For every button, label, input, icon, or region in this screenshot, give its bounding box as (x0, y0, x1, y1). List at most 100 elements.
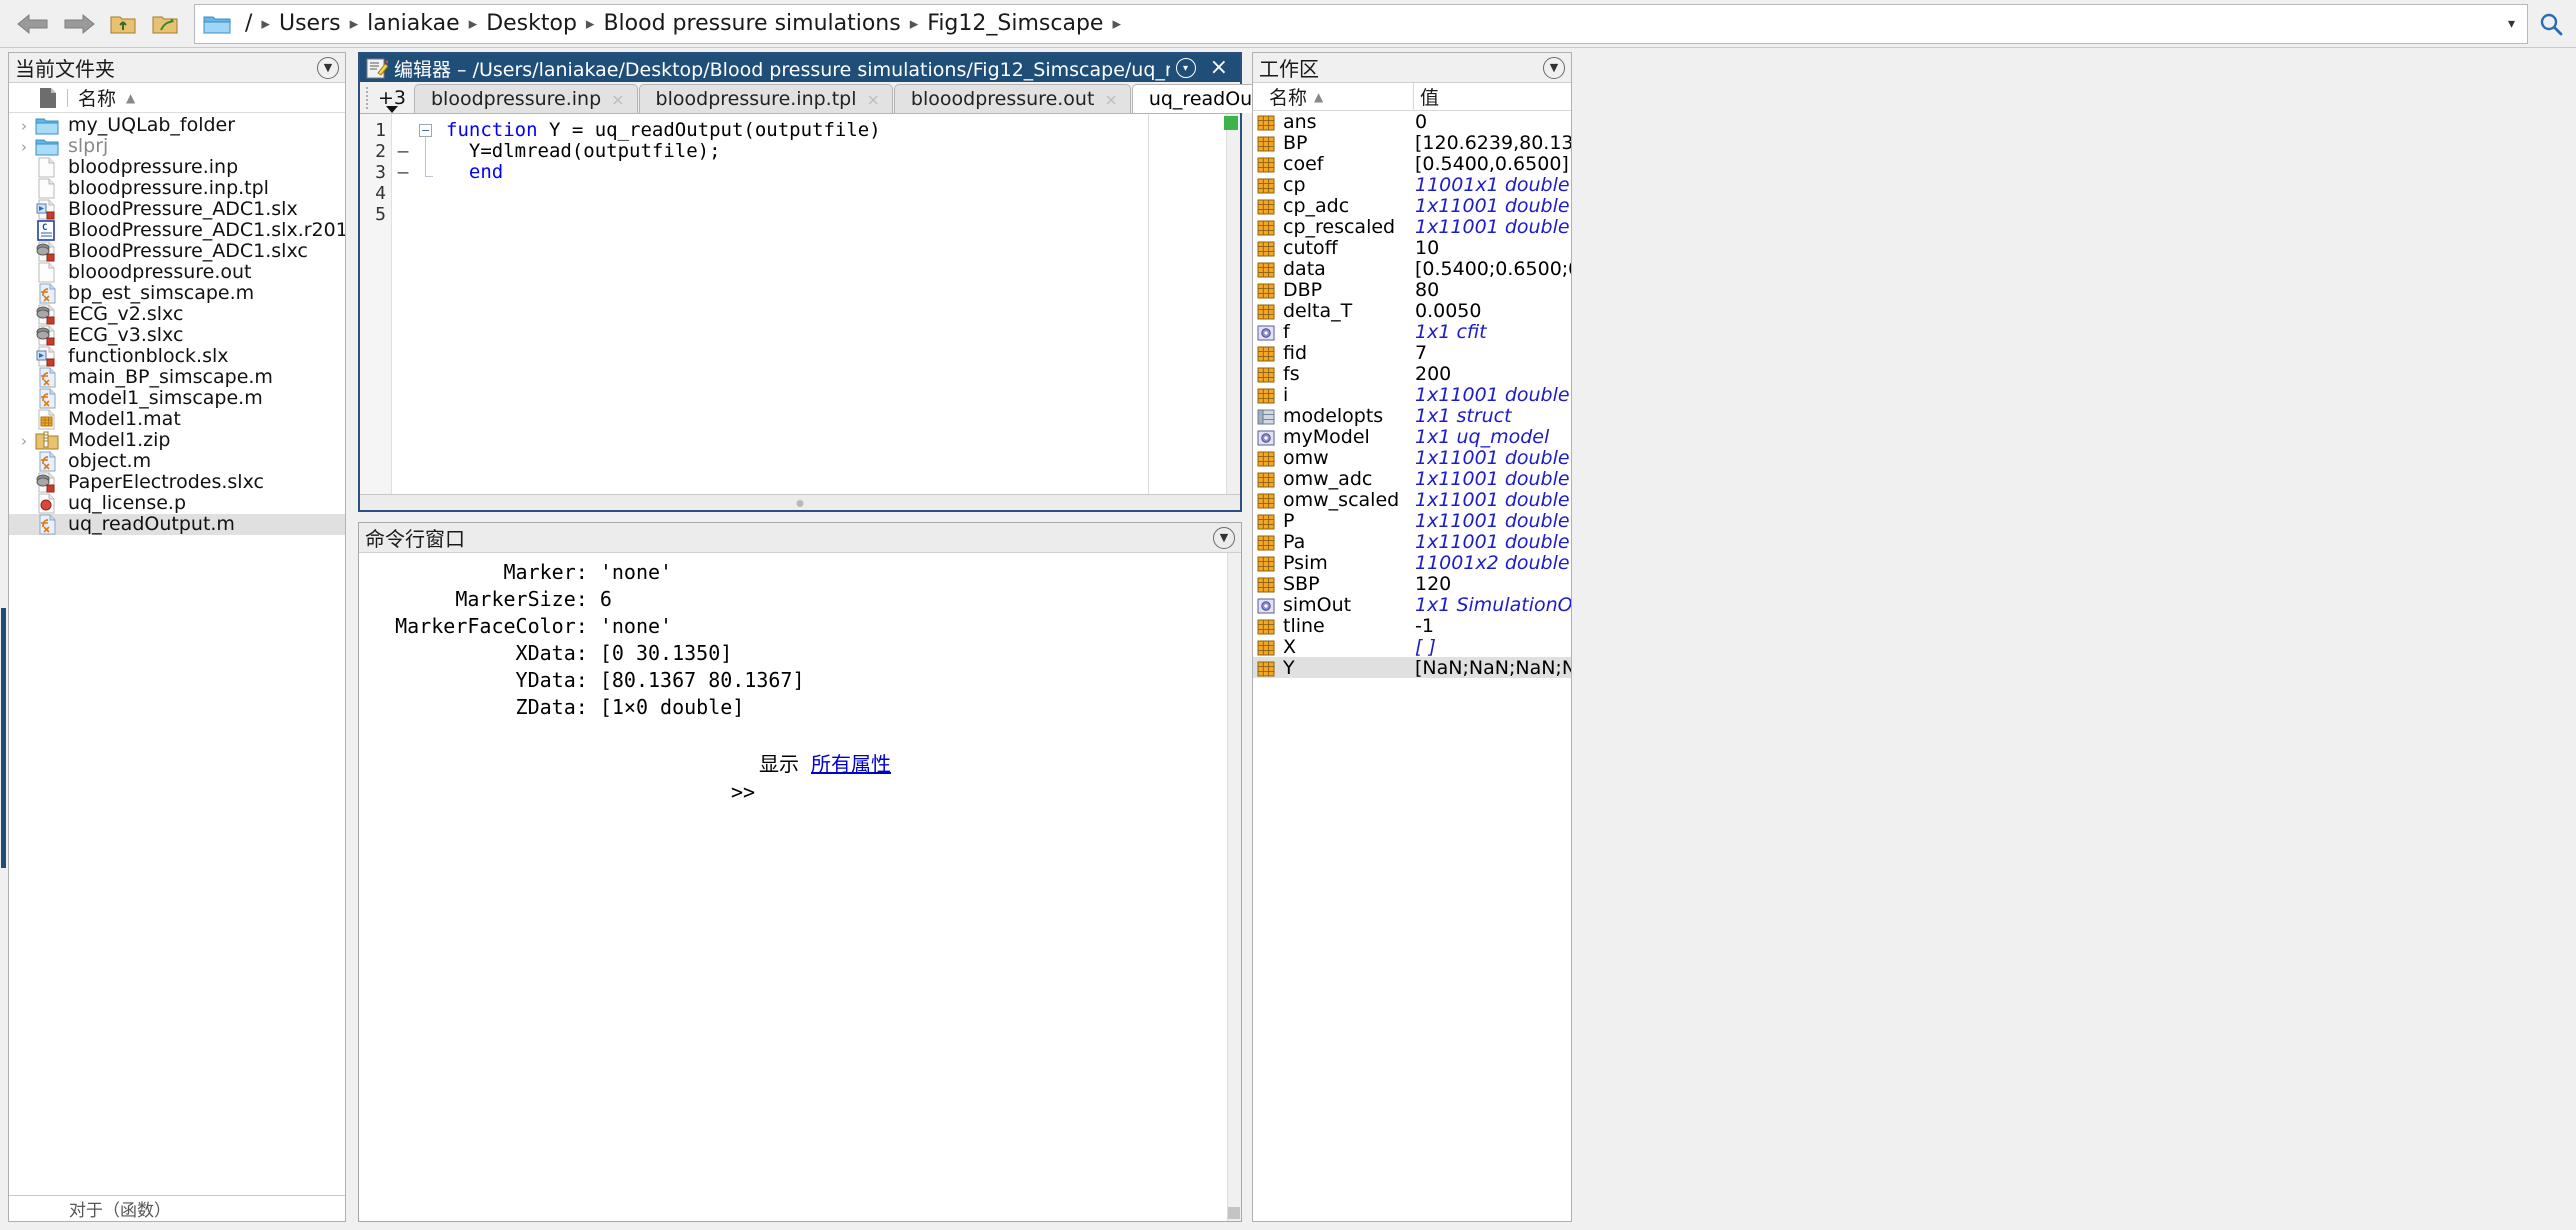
breadcrumb-users[interactable]: Users (273, 11, 347, 36)
file-list-item[interactable]: bloodpressure.inp (9, 157, 345, 178)
workspace-variable-row[interactable]: BP [120.6239,80.13... (1253, 132, 1571, 154)
workspace-variable-row[interactable]: cp_rescaled 1x11001 double (1253, 216, 1571, 238)
breadcrumb-desktop[interactable]: Desktop (480, 11, 583, 36)
workspace-variable-row[interactable]: fid 7 (1253, 342, 1571, 364)
breakpoint-mark[interactable] (392, 120, 414, 141)
editor-tab[interactable]: bloodpressure.inp.tpl × (638, 84, 893, 113)
breadcrumb-laniakae[interactable]: laniakae (361, 11, 466, 36)
tab-close-icon[interactable]: × (867, 90, 880, 109)
workspace-variable-row[interactable]: X [ ] (1253, 636, 1571, 658)
workspace-variable-row[interactable]: Pa 1x11001 double (1253, 531, 1571, 553)
editor-code-area[interactable]: 12345 – – function Y = uq_readOutput(outp… (360, 114, 1240, 494)
code-health-indicator[interactable] (1224, 116, 1238, 130)
breadcrumb-root[interactable]: / (239, 11, 258, 36)
code-line[interactable] (446, 204, 1148, 225)
workspace-variable-row[interactable]: modelopts 1x1 struct (1253, 405, 1571, 427)
breakpoint-mark[interactable] (392, 183, 414, 204)
command-window-output[interactable]: Marker: 'none' MarkerSize: 6 MarkerFaceC… (359, 553, 1241, 1221)
breadcrumb-blood-pressure-simulations[interactable]: Blood pressure simulations (597, 11, 906, 36)
workspace-variable-row[interactable]: Y [NaN;NaN;NaN;N... (1253, 657, 1571, 679)
file-list-item[interactable]: bp_est_simscape.m (9, 283, 345, 304)
editor-scrollbar[interactable] (1224, 114, 1240, 494)
file-list-item[interactable]: blooodpressure.out (9, 262, 345, 283)
breakpoint-mark[interactable]: – (392, 141, 414, 162)
browse-folder-icon[interactable] (150, 10, 180, 38)
workspace-variable-row[interactable]: f 1x1 cfit (1253, 321, 1571, 343)
file-list-item[interactable]: uq_license.p (9, 493, 345, 514)
file-list-item[interactable]: functionblock.slx (9, 346, 345, 367)
code-line[interactable]: end (446, 162, 1148, 183)
workspace-variable-row[interactable]: SBP 120 (1253, 573, 1571, 595)
breakpoint-mark[interactable]: – (392, 162, 414, 183)
current-folder-options-icon[interactable]: ▼ (317, 56, 339, 79)
workspace-variable-row[interactable]: cp 11001x1 double (1253, 174, 1571, 196)
workspace-variable-row[interactable]: omw_adc 1x11001 double (1253, 468, 1571, 490)
workspace-variable-row[interactable]: delta_T 0.0050 (1253, 300, 1571, 322)
tab-bar-grip[interactable] (366, 85, 368, 111)
expand-chevron-icon[interactable]: › (13, 432, 35, 450)
tab-close-icon[interactable]: × (611, 90, 624, 109)
tab-overflow-button[interactable]: +3 (370, 83, 414, 113)
code-text[interactable]: function Y = uq_readOutput(outputfile) Y… (438, 114, 1148, 494)
file-list-item[interactable]: › my_UQLab_folder (9, 115, 345, 136)
file-list-item[interactable]: main_BP_simscape.m (9, 367, 345, 388)
code-folding-column[interactable] (414, 114, 438, 494)
address-bar[interactable]: / ▸ Users ▸ laniakae ▸ Desktop ▸ Blood p… (194, 3, 2528, 44)
editor-splitter[interactable] (360, 494, 1240, 510)
expand-chevron-icon[interactable]: › (13, 138, 35, 156)
search-icon[interactable] (2538, 11, 2564, 37)
file-list[interactable]: › my_UQLab_folder › slprj bloodpressure.inp… (9, 113, 345, 1195)
workspace-variable-row[interactable]: DBP 80 (1253, 279, 1571, 301)
command-window-scrollbar[interactable] (1227, 553, 1241, 1221)
command-prompt[interactable]: >> (359, 780, 1241, 804)
breakpoint-mark[interactable] (392, 204, 414, 225)
workspace-variable-row[interactable]: tline -1 (1253, 615, 1571, 637)
file-list-item[interactable]: object.m (9, 451, 345, 472)
workspace-variable-row[interactable]: coef [0.5400,0.6500] (1253, 153, 1571, 175)
file-list-item[interactable]: C BloodPressure_ADC1.slx.r2018b (9, 220, 345, 241)
workspace-variable-list[interactable]: ans 0 BP [120.6239,80.13... coef [0.5400,0.65… (1253, 111, 1571, 1221)
tab-close-icon[interactable]: × (1104, 90, 1117, 109)
code-line[interactable]: function Y = uq_readOutput(outputfile) (446, 120, 1148, 141)
workspace-variable-row[interactable]: ans 0 (1253, 111, 1571, 133)
up-folder-icon[interactable] (108, 10, 138, 38)
back-arrow-icon[interactable] (16, 11, 50, 37)
command-window-options-icon[interactable]: ▼ (1213, 526, 1235, 549)
workspace-col-value[interactable]: 值 (1413, 83, 1439, 110)
editor-tab[interactable]: blooodpressure.out × (893, 84, 1131, 113)
workspace-variable-row[interactable]: myModel 1x1 uq_model (1253, 426, 1571, 448)
workspace-variable-row[interactable]: omw_scaled 1x11001 double (1253, 489, 1571, 511)
workspace-variable-row[interactable]: simOut 1x1 SimulationO... (1253, 594, 1571, 616)
collapse-fold-icon[interactable] (419, 124, 432, 137)
file-list-item[interactable]: › Model1.zip (9, 430, 345, 451)
file-list-item[interactable]: model1_simscape.m (9, 388, 345, 409)
workspace-variable-row[interactable]: data [0.5400;0.6500;0... (1253, 258, 1571, 280)
workspace-variable-row[interactable]: cp_adc 1x11001 double (1253, 195, 1571, 217)
expand-chevron-icon[interactable]: › (13, 117, 35, 135)
code-line[interactable] (446, 183, 1148, 204)
file-list-item[interactable]: BloodPressure_ADC1.slx (9, 199, 345, 220)
workspace-options-icon[interactable]: ▼ (1543, 56, 1565, 79)
editor-minimize-icon[interactable]: ▾ (1175, 58, 1196, 78)
workspace-variable-row[interactable]: i 1x11001 double (1253, 384, 1571, 406)
file-list-item[interactable]: uq_readOutput.m (9, 514, 345, 535)
chevron-down-icon[interactable]: ▾ (2508, 16, 2515, 32)
editor-close-icon[interactable]: × (1210, 57, 1228, 79)
file-list-item[interactable]: PaperElectrodes.slxc (9, 472, 345, 493)
workspace-variable-row[interactable]: Psim 11001x2 double (1253, 552, 1571, 574)
forward-arrow-icon[interactable] (62, 11, 96, 37)
workspace-variable-row[interactable]: omw 1x11001 double (1253, 447, 1571, 469)
workspace-variable-row[interactable]: fs 200 (1253, 363, 1571, 385)
file-list-item[interactable]: ECG_v3.slxc (9, 325, 345, 346)
file-list-item[interactable]: Model1.mat (9, 409, 345, 430)
workspace-variable-row[interactable]: cutoff 10 (1253, 237, 1571, 259)
workspace-variable-row[interactable]: P 1x11001 double (1253, 510, 1571, 532)
workspace-col-name[interactable]: 名称 ▲ (1253, 83, 1413, 110)
file-list-item[interactable]: BloodPressure_ADC1.slxc (9, 241, 345, 262)
code-line[interactable]: Y=dlmread(outputfile); (446, 141, 1148, 162)
column-header-name[interactable]: 名称 (78, 84, 116, 111)
scrollbar-thumb[interactable] (1228, 1207, 1240, 1219)
file-list-item[interactable]: › slprj (9, 136, 345, 157)
sort-ascending-icon[interactable]: ▲ (126, 91, 135, 105)
file-list-item[interactable]: ECG_v2.slxc (9, 304, 345, 325)
